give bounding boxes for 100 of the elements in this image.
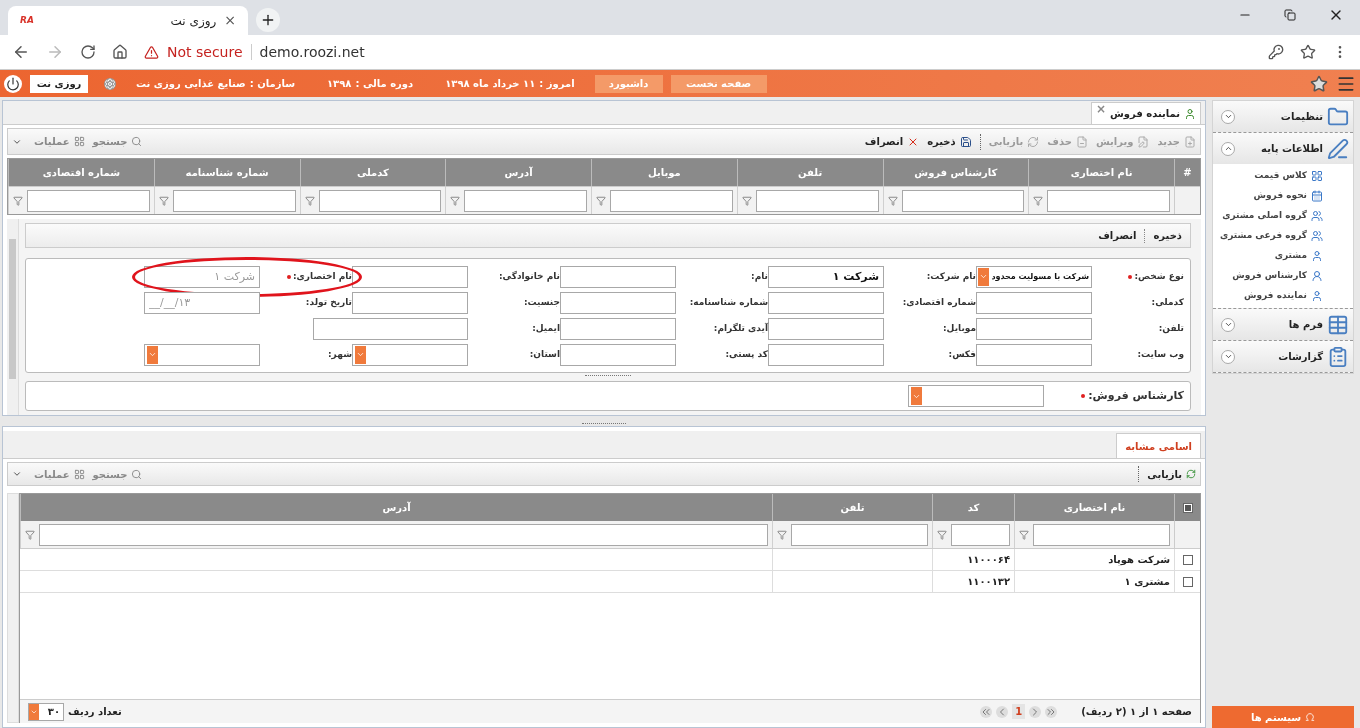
select-all-checkbox[interactable] [1182,502,1193,513]
filter-input[interactable] [172,189,296,212]
favorites-icon[interactable] [1310,74,1328,93]
section-title: گزارشات [1278,350,1323,364]
filter-icon[interactable] [25,529,35,540]
last-page-icon[interactable] [980,705,993,718]
filter-icon[interactable] [1033,195,1044,206]
similar-names-tab[interactable]: اسامی مشابه [1116,433,1201,458]
input-field[interactable] [976,317,1092,340]
sidebar-item[interactable]: نحوه فروش [1253,188,1323,204]
input-field[interactable] [560,317,676,340]
row-checkbox[interactable] [1182,576,1193,587]
select-field[interactable] [908,385,1044,407]
sidebar-section-header[interactable]: گزارشات [1213,341,1353,372]
input-field[interactable] [768,291,884,314]
search-button[interactable]: جستجو [92,134,143,149]
filter-input[interactable] [39,523,768,546]
search-button[interactable]: جستجو [92,466,143,482]
sidebar-item[interactable]: گروه فرعی مشتری [1220,228,1323,244]
restore-icon[interactable] [1284,9,1296,21]
input-field[interactable]: شرکت ۱ [768,265,884,288]
back-icon[interactable] [12,43,30,61]
filter-input[interactable] [1047,189,1170,212]
sidebar-item[interactable]: کلاس قیمت [1254,168,1323,184]
expand-icon[interactable] [1221,317,1235,332]
input-field[interactable] [313,317,468,340]
operations-button[interactable]: عملیات [12,134,85,149]
filter-input[interactable] [951,523,1010,546]
next-page-icon[interactable] [996,705,1009,718]
splitter-handle[interactable] [585,375,631,379]
url-text[interactable]: demo.roozi.net [259,41,365,63]
power-icon[interactable] [4,74,22,93]
input-field[interactable] [976,343,1092,366]
filter-icon[interactable] [13,195,23,206]
top-nav-button[interactable]: داشبورد [594,74,663,93]
page-size-select[interactable]: ۳۰ [28,702,64,721]
filter-input[interactable] [318,189,442,212]
operations-button[interactable]: عملیات [12,466,85,482]
filter-icon[interactable] [741,195,752,206]
filter-input[interactable] [27,189,150,212]
toolbar-button[interactable]: ذخیره [927,134,972,149]
filter-input[interactable] [791,523,928,546]
select-field[interactable]: شرکت با مسولیت محدود [976,265,1092,288]
sidebar-section-header[interactable]: تنظیمات [1213,101,1353,132]
forward-icon[interactable] [46,43,64,61]
select-field[interactable] [144,343,260,366]
select-field[interactable] [352,343,468,366]
home-icon[interactable] [112,44,128,60]
sidebar-item[interactable]: مشتری [1274,248,1323,264]
previous-page-icon[interactable] [1029,705,1042,718]
sidebar-item[interactable]: نماینده فروش [1244,288,1323,304]
input-field[interactable] [352,265,468,288]
refresh-button[interactable]: بازیابی [1147,466,1196,482]
sidebar-item[interactable]: گروه اصلی مشتری [1222,208,1323,224]
first-page-icon[interactable] [1045,705,1058,718]
row-checkbox[interactable] [1182,554,1193,565]
expand-icon[interactable] [1221,349,1235,364]
editor-action-button[interactable]: انصراف [1098,228,1137,243]
filter-icon[interactable] [937,529,947,540]
filter-icon[interactable] [304,195,315,206]
form-tab[interactable]: نماینده فروش × [1090,102,1201,124]
filter-input[interactable] [755,189,879,212]
filter-icon[interactable] [450,195,461,206]
systems-button[interactable]: سیستم ها [1212,706,1354,728]
filter-icon[interactable] [158,195,169,206]
filter-input[interactable] [1033,523,1170,546]
input-field[interactable] [560,265,676,288]
input-field[interactable] [560,343,676,366]
page-number[interactable]: 1 [1012,704,1026,719]
filter-icon[interactable] [596,195,606,206]
input-field[interactable]: شرکت ۱ [144,265,260,288]
sidebar-section-header[interactable]: اطلاعات پایه [1213,133,1353,164]
bookmark-icon[interactable] [1300,44,1316,60]
tab-close[interactable]: × [1095,100,1106,118]
reload-icon[interactable] [80,44,96,60]
editor-action-button[interactable]: ذخیره [1153,228,1182,243]
filter-icon[interactable] [1019,529,1029,540]
input-field[interactable] [976,291,1092,314]
toolbar-button[interactable]: انصراف [864,134,920,149]
scrollbar[interactable] [7,493,19,723]
settings-icon[interactable] [104,77,116,90]
key-icon[interactable] [1268,44,1284,60]
top-nav-button[interactable]: صفحه نخست [670,74,767,93]
tab-close[interactable]: × [224,10,236,31]
input-field[interactable] [768,317,884,340]
sidebar-section-header[interactable]: فرم ها [1213,309,1353,340]
field-label: استان: [529,347,560,361]
date-field[interactable]: __/__/۱۳ [144,291,260,314]
expand-icon[interactable] [1221,109,1235,124]
scrollbar[interactable] [7,219,19,415]
sidebar-item[interactable]: کارشناس فروش [1232,268,1323,284]
filter-input[interactable] [610,189,733,212]
input-field[interactable] [768,343,884,366]
filter-input[interactable] [901,189,1025,212]
filter-icon[interactable] [887,195,898,206]
filter-icon[interactable] [777,529,787,540]
collapse-icon[interactable] [1221,141,1235,156]
filter-input[interactable] [464,189,587,212]
input-field[interactable] [560,291,676,314]
new-tab-button[interactable] [256,8,280,32]
